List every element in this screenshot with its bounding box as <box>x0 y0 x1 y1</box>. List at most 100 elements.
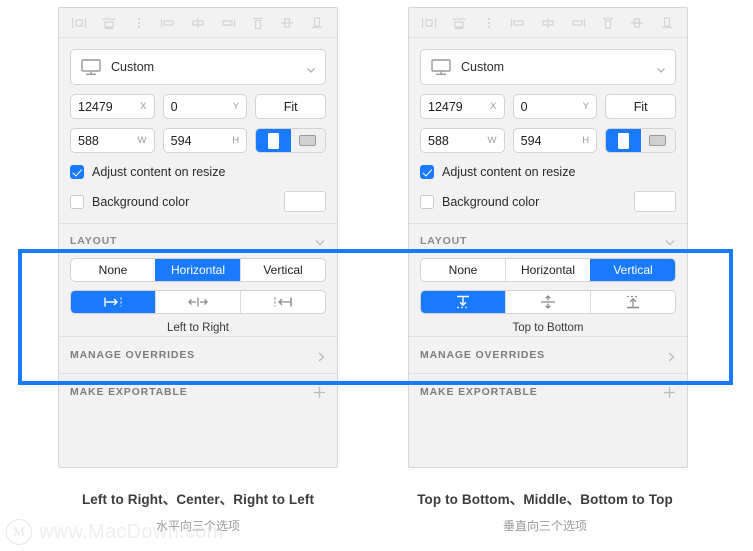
landscape-icon <box>299 135 317 146</box>
distribute-right-icon[interactable] <box>567 13 589 33</box>
fit-button[interactable]: Fit <box>255 94 327 119</box>
height-value: 594 <box>520 133 542 148</box>
align-vertical-center-icon[interactable] <box>276 13 298 33</box>
y-field[interactable]: 0 Y <box>512 94 598 119</box>
y-field[interactable]: 0 Y <box>162 94 248 119</box>
align-horizontal-center-icon[interactable] <box>98 13 120 33</box>
center-vertical-icon[interactable] <box>505 291 590 313</box>
layout-section-title: LAYOUT <box>70 235 118 247</box>
left-to-right-icon[interactable] <box>71 291 155 313</box>
background-color-checkbox[interactable] <box>420 194 434 209</box>
chevron-down-icon <box>306 62 316 73</box>
chevron-right-icon[interactable] <box>666 350 676 362</box>
x-field[interactable]: 12479 X <box>420 94 505 119</box>
caption-right-en: Top to Bottom、Middle、Bottom to Top <box>417 492 673 507</box>
chevron-down-icon <box>656 62 666 73</box>
more-options-icon[interactable] <box>478 13 500 33</box>
align-top-icon[interactable] <box>247 13 269 33</box>
device-selector-left[interactable]: Custom <box>70 49 326 85</box>
layout-mode-none-button[interactable]: None <box>71 259 155 281</box>
alignment-toolbar-right <box>409 8 687 38</box>
make-exportable-row-right[interactable]: MAKE EXPORTABLE <box>420 374 676 410</box>
chevron-down-icon[interactable] <box>314 235 326 247</box>
distribute-center-icon[interactable] <box>187 13 209 33</box>
adjust-content-checkbox[interactable] <box>420 165 434 179</box>
layout-section-header-right[interactable]: LAYOUT <box>420 224 676 258</box>
align-top-icon[interactable] <box>597 13 619 33</box>
layout-mode-vertical-button[interactable]: Vertical <box>590 259 675 281</box>
chevron-right-icon[interactable] <box>316 350 326 362</box>
width-value: 588 <box>78 133 99 148</box>
distribute-left-icon[interactable] <box>507 13 529 33</box>
device-selector-right[interactable]: Custom <box>420 49 676 85</box>
manage-overrides-label: MANAGE OVERRIDES <box>420 349 546 361</box>
distribute-center-icon[interactable] <box>537 13 559 33</box>
bottom-to-top-icon[interactable] <box>590 291 675 313</box>
more-options-icon[interactable] <box>128 13 150 33</box>
make-exportable-row-left[interactable]: MAKE EXPORTABLE <box>70 374 326 410</box>
layout-mode-none-button[interactable]: None <box>421 259 505 281</box>
background-color-swatch[interactable] <box>284 191 326 212</box>
distribute-right-icon[interactable] <box>217 13 239 33</box>
inspector-panel-right: Custom 12479 X 0 Y Fit 588 W 594 H Adjus… <box>408 7 688 468</box>
adjust-content-row-left[interactable]: Adjust content on resize <box>70 165 326 179</box>
chevron-down-icon[interactable] <box>664 235 676 247</box>
layout-mode-horizontal-button[interactable]: Horizontal <box>155 259 240 281</box>
layout-mode-segmented-control-right[interactable]: None Horizontal Vertical <box>420 258 676 282</box>
width-value: 588 <box>428 133 449 148</box>
plus-icon[interactable] <box>313 386 326 399</box>
orientation-toggle[interactable] <box>605 128 677 153</box>
height-unit-label: H <box>232 135 240 146</box>
background-color-row-right[interactable]: Background color <box>420 191 676 212</box>
adjust-content-checkbox[interactable] <box>70 165 84 179</box>
height-field[interactable]: 594 H <box>512 128 598 153</box>
x-field[interactable]: 12479 X <box>70 94 155 119</box>
align-vertical-center-icon[interactable] <box>626 13 648 33</box>
inspector-panel-left: Custom 12479 X 0 Y Fit 588 W 594 H Adjus… <box>58 7 338 468</box>
manage-overrides-label: MANAGE OVERRIDES <box>70 349 196 361</box>
portrait-orientation-button[interactable] <box>606 129 641 152</box>
align-horizontal-center-icon[interactable] <box>448 13 470 33</box>
background-color-swatch[interactable] <box>634 191 676 212</box>
layout-mode-horizontal-button[interactable]: Horizontal <box>505 259 590 281</box>
x-unit-label: X <box>490 101 497 112</box>
background-color-checkbox[interactable] <box>70 194 84 209</box>
screen-icon <box>430 58 452 76</box>
align-bottom-icon[interactable] <box>656 13 678 33</box>
orientation-toggle[interactable] <box>255 128 327 153</box>
layout-section-header-left[interactable]: LAYOUT <box>70 224 326 258</box>
fit-button[interactable]: Fit <box>605 94 677 119</box>
background-color-label: Background color <box>442 194 540 209</box>
manage-overrides-row-left[interactable]: MANAGE OVERRIDES <box>70 337 326 373</box>
width-field[interactable]: 588 W <box>420 128 505 153</box>
portrait-orientation-button[interactable] <box>256 129 291 152</box>
screenshot-stage: Custom 12479 X 0 Y Fit 588 W 594 H Adjus… <box>0 0 753 551</box>
center-horizontal-icon[interactable] <box>155 291 240 313</box>
layout-mode-segmented-control-left[interactable]: None Horizontal Vertical <box>70 258 326 282</box>
adjust-content-row-right[interactable]: Adjust content on resize <box>420 165 676 179</box>
align-left-icon[interactable] <box>68 13 90 33</box>
layout-direction-control-right[interactable] <box>420 290 676 314</box>
align-bottom-icon[interactable] <box>306 13 328 33</box>
landscape-orientation-button[interactable] <box>640 129 676 152</box>
y-unit-label: Y <box>582 101 590 112</box>
width-unit-label: W <box>487 135 497 146</box>
align-left-icon[interactable] <box>418 13 440 33</box>
x-unit-label: X <box>140 101 147 112</box>
width-field[interactable]: 588 W <box>70 128 155 153</box>
layout-mode-vertical-button[interactable]: Vertical <box>240 259 325 281</box>
layout-direction-caption-left: Left to Right <box>166 322 229 334</box>
background-color-row-left[interactable]: Background color <box>70 191 326 212</box>
landscape-orientation-button[interactable] <box>290 129 326 152</box>
portrait-icon <box>618 132 630 149</box>
distribute-left-icon[interactable] <box>157 13 179 33</box>
manage-overrides-row-right[interactable]: MANAGE OVERRIDES <box>420 337 676 373</box>
right-to-left-icon[interactable] <box>240 291 325 313</box>
y-value: 0 <box>170 99 178 114</box>
x-value: 12479 <box>428 99 463 114</box>
height-field[interactable]: 594 H <box>162 128 248 153</box>
layout-direction-control-left[interactable] <box>70 290 326 314</box>
top-to-bottom-icon[interactable] <box>421 291 505 313</box>
y-value: 0 <box>520 99 528 114</box>
plus-icon[interactable] <box>663 386 676 399</box>
